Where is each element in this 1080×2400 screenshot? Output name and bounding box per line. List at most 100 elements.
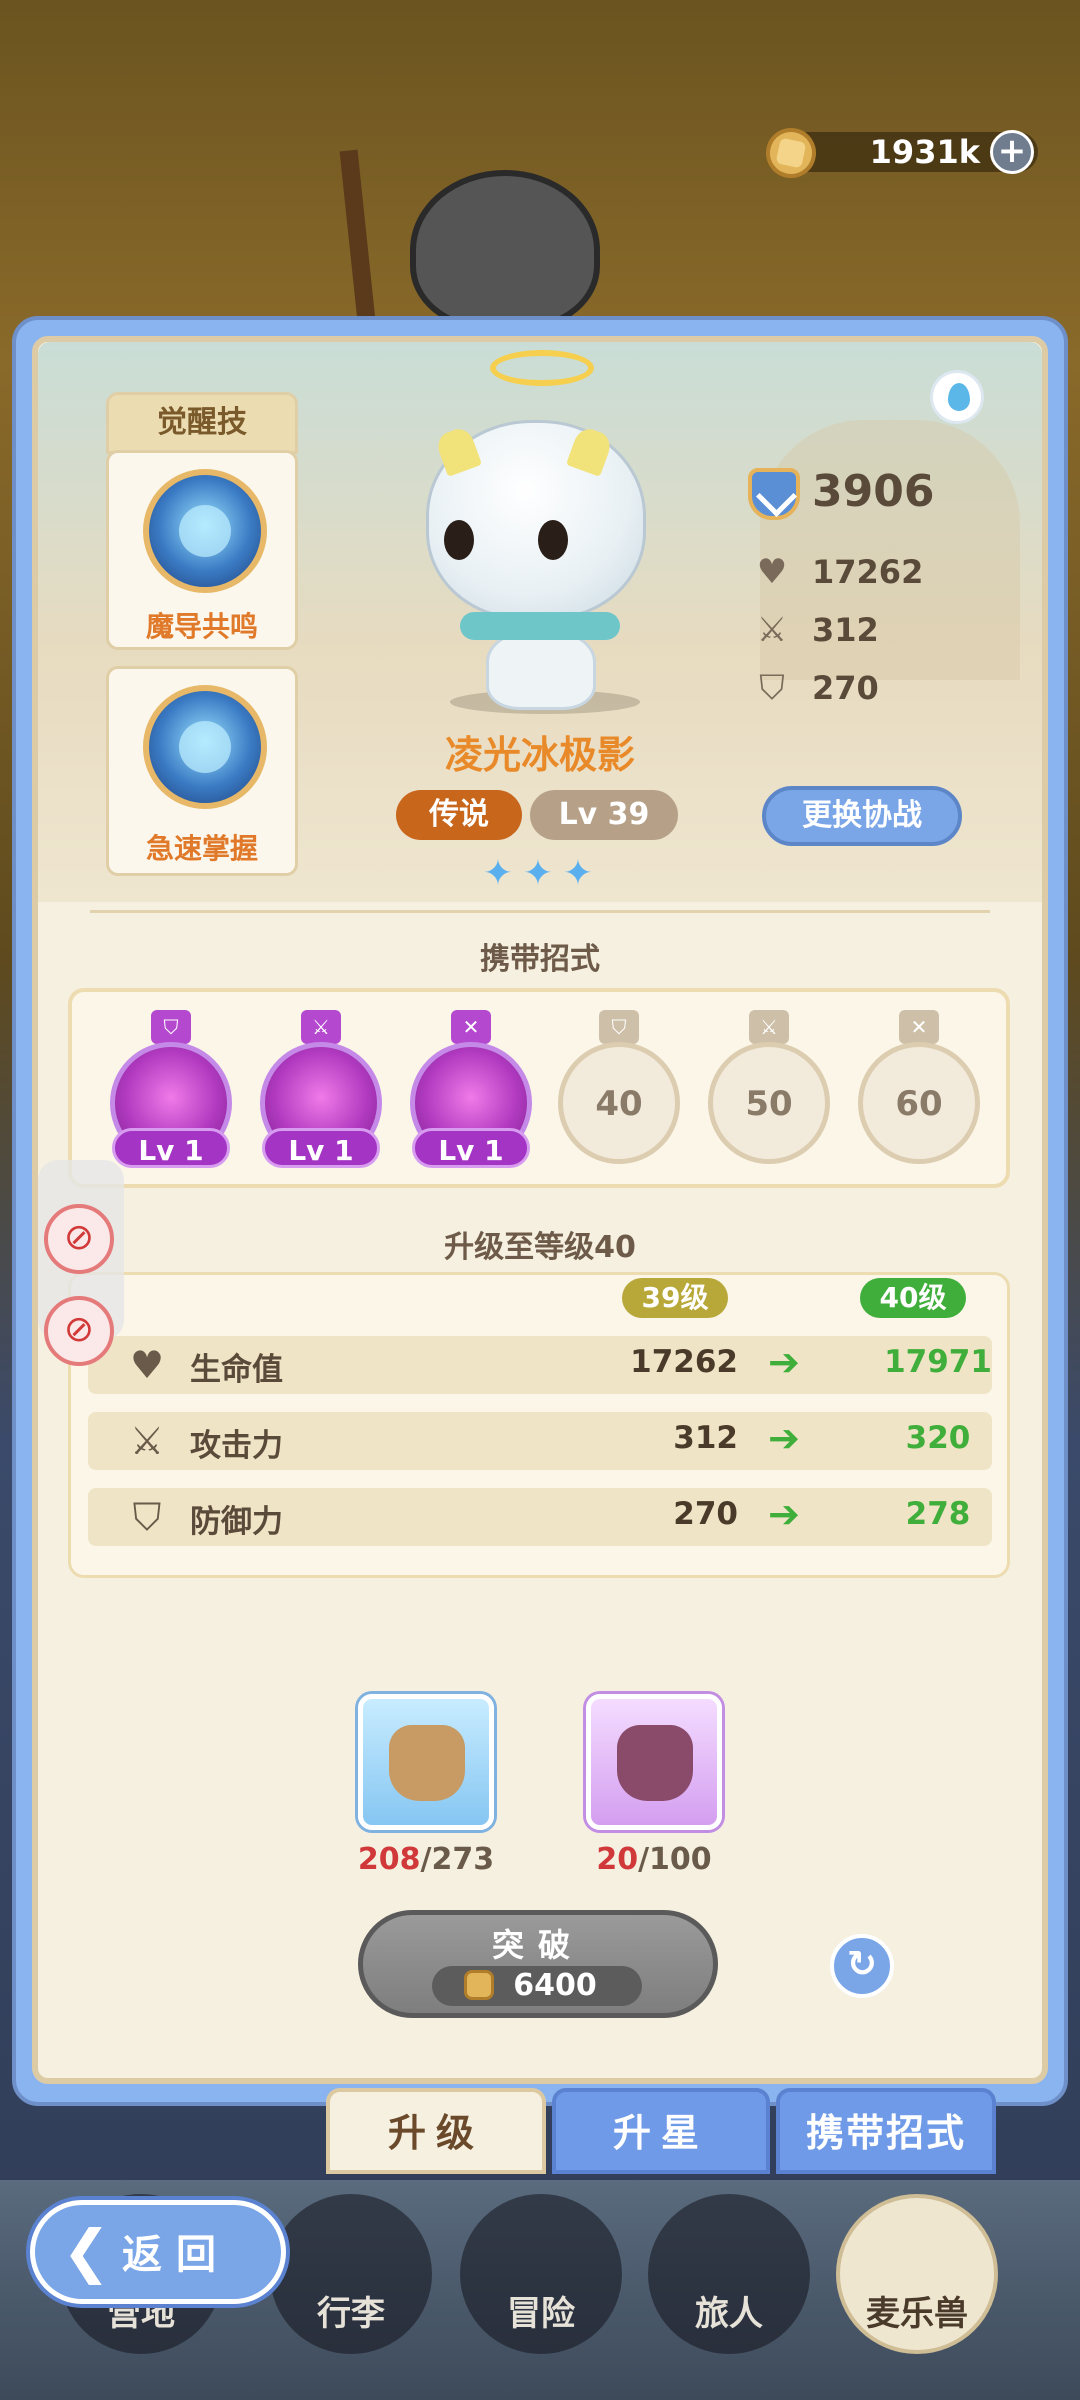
unlock-level: 60 (895, 1084, 943, 1124)
move-slot-4[interactable]: ⛉ 40 (554, 1010, 684, 1170)
hero-eye-right (538, 520, 568, 560)
skill-2-name: 急速掌握 (145, 832, 258, 865)
shield-type-icon: ⛉ (599, 1010, 639, 1044)
tab-star-up[interactable]: 升星 (552, 2088, 770, 2174)
shield-type-icon: ⛉ (151, 1010, 191, 1044)
unlock-level: 40 (595, 1084, 643, 1124)
star-icon: ✦ (482, 853, 514, 894)
add-coins-button[interactable]: + (990, 130, 1034, 174)
canned-food-item[interactable] (586, 1694, 722, 1830)
skill-1-icon (143, 469, 267, 593)
attack-value: 312 (812, 611, 879, 649)
compare-new-value: 278 (905, 1496, 971, 1532)
mixed-type-icon: ✕ (451, 1010, 491, 1044)
upgrade-title: 升级至等级40 (444, 1230, 636, 1265)
move-slot-3[interactable]: ✕ Lv 1 (406, 1010, 536, 1170)
compare-new-value: 320 (905, 1420, 971, 1456)
move-3-level: Lv 1 (412, 1128, 530, 1168)
arrow-right-icon: ➔ (768, 1416, 800, 1460)
hero-name: 凌光冰极影 (444, 733, 635, 777)
food-bag-count: 208/273 (336, 1842, 516, 1877)
crossed-swords-icon: ⚔ (756, 610, 788, 650)
compare-label: 生命值 (190, 1352, 283, 1388)
crossed-swords-icon: ⚔ (129, 1419, 165, 1463)
compare-row-defense: ⛉ 防御力 270 ➔ 278 (88, 1488, 992, 1546)
hero-legs (486, 630, 596, 710)
muted-speaker-icon[interactable]: ⊘ (44, 1204, 114, 1274)
breakthrough-cost: 6400 (513, 1968, 597, 2003)
skill-card-2[interactable]: 急速掌握 (106, 666, 298, 876)
rarity-badge: 传说 (396, 790, 522, 840)
heart-icon: ♥ (756, 552, 788, 592)
coin-amount: 1931k (869, 133, 980, 171)
move-slot-1[interactable]: ⛉ Lv 1 (106, 1010, 236, 1170)
move-2-level: Lv 1 (262, 1128, 380, 1168)
skill-2-icon (143, 685, 267, 809)
star-rating: ✦ ✦ ✦ (480, 856, 600, 892)
coin-icon (464, 1970, 494, 2000)
sword-type-icon: ⚔ (301, 1010, 341, 1044)
stat-hp: ♥ 17262 (752, 552, 924, 592)
compare-old-value: 312 (673, 1420, 738, 1456)
halo-icon (490, 350, 594, 386)
section-divider (90, 910, 990, 913)
back-label: 返回 (122, 2232, 230, 2278)
compare-new-value: 17971 (884, 1344, 992, 1380)
owned-amount: 208 (357, 1842, 421, 1877)
nav-adventure-label: 冒险 (507, 2294, 575, 2334)
back-arrow-icon: ❮ (62, 2217, 111, 2285)
tab-moves[interactable]: 携带招式 (776, 2088, 996, 2174)
breakthrough-label: 突破 (491, 1926, 584, 1964)
canned-food-count: 20/100 (564, 1842, 744, 1877)
background-creature (410, 170, 600, 330)
required-amount: /273 (420, 1842, 495, 1877)
awakened-skills-header: 觉醒技 (106, 392, 298, 454)
heart-icon: ♥ (129, 1343, 165, 1387)
canned-food-icon (617, 1725, 693, 1801)
arrow-right-icon: ➔ (768, 1492, 800, 1536)
hp-value: 17262 (812, 553, 924, 591)
current-level-badge: 39级 (622, 1278, 728, 1318)
shield-icon: ⛉ (759, 668, 785, 708)
stat-attack: ⚔ 312 (752, 610, 879, 650)
unlock-level: 50 (745, 1084, 793, 1124)
skill-card-1[interactable]: 魔导共鸣 (106, 450, 298, 650)
required-amount: /100 (638, 1842, 712, 1877)
compare-old-value: 270 (673, 1496, 738, 1532)
stat-defense: ⛉ 270 (752, 668, 879, 708)
move-slot-5[interactable]: ⚔ 50 (704, 1010, 834, 1170)
nav-pets-label: 麦乐兽 (866, 2294, 968, 2334)
owned-amount: 20 (596, 1842, 639, 1877)
shield-icon: ⛉ (132, 1495, 162, 1539)
swap-partner-button[interactable]: 更换协战 (762, 786, 962, 846)
move-slot-6[interactable]: ✕ 60 (854, 1010, 984, 1170)
compare-old-value: 17262 (630, 1344, 738, 1380)
arrow-right-icon: ➔ (768, 1340, 800, 1384)
compare-label: 防御力 (190, 1504, 283, 1540)
star-icon: ✦ (562, 853, 594, 894)
mixed-type-icon: ✕ (899, 1010, 939, 1044)
power-shield-icon (748, 468, 800, 520)
water-element-icon[interactable] (930, 370, 984, 424)
nav-luggage-label: 行李 (317, 2294, 385, 2334)
star-icon: ✦ (522, 853, 554, 894)
nav-traveler-label: 旅人 (695, 2294, 763, 2334)
hero-scarf (460, 612, 620, 640)
compare-label: 攻击力 (190, 1428, 283, 1464)
next-level-badge: 40级 (860, 1278, 966, 1318)
level-badge: Lv 39 (530, 790, 678, 840)
move-1-level: Lv 1 (112, 1128, 230, 1168)
food-bag-item[interactable] (358, 1694, 494, 1830)
move-slot-2[interactable]: ⚔ Lv 1 (256, 1010, 386, 1170)
moves-title: 携带招式 (480, 942, 600, 977)
defense-value: 270 (812, 669, 879, 707)
muted-mic-icon[interactable]: ⊘ (44, 1296, 114, 1366)
sword-type-icon: ⚔ (749, 1010, 789, 1044)
compare-row-hp: ♥ 生命值 17262 ➔ 17971 (88, 1336, 992, 1394)
power-value: 3906 (812, 466, 935, 517)
skill-1-name: 魔导共鸣 (145, 610, 258, 643)
refresh-button[interactable]: ↻ (830, 1934, 894, 1998)
tab-upgrade[interactable]: 升级 (326, 2088, 546, 2174)
hero-eye-left (444, 520, 474, 560)
compare-row-attack: ⚔ 攻击力 312 ➔ 320 (88, 1412, 992, 1470)
